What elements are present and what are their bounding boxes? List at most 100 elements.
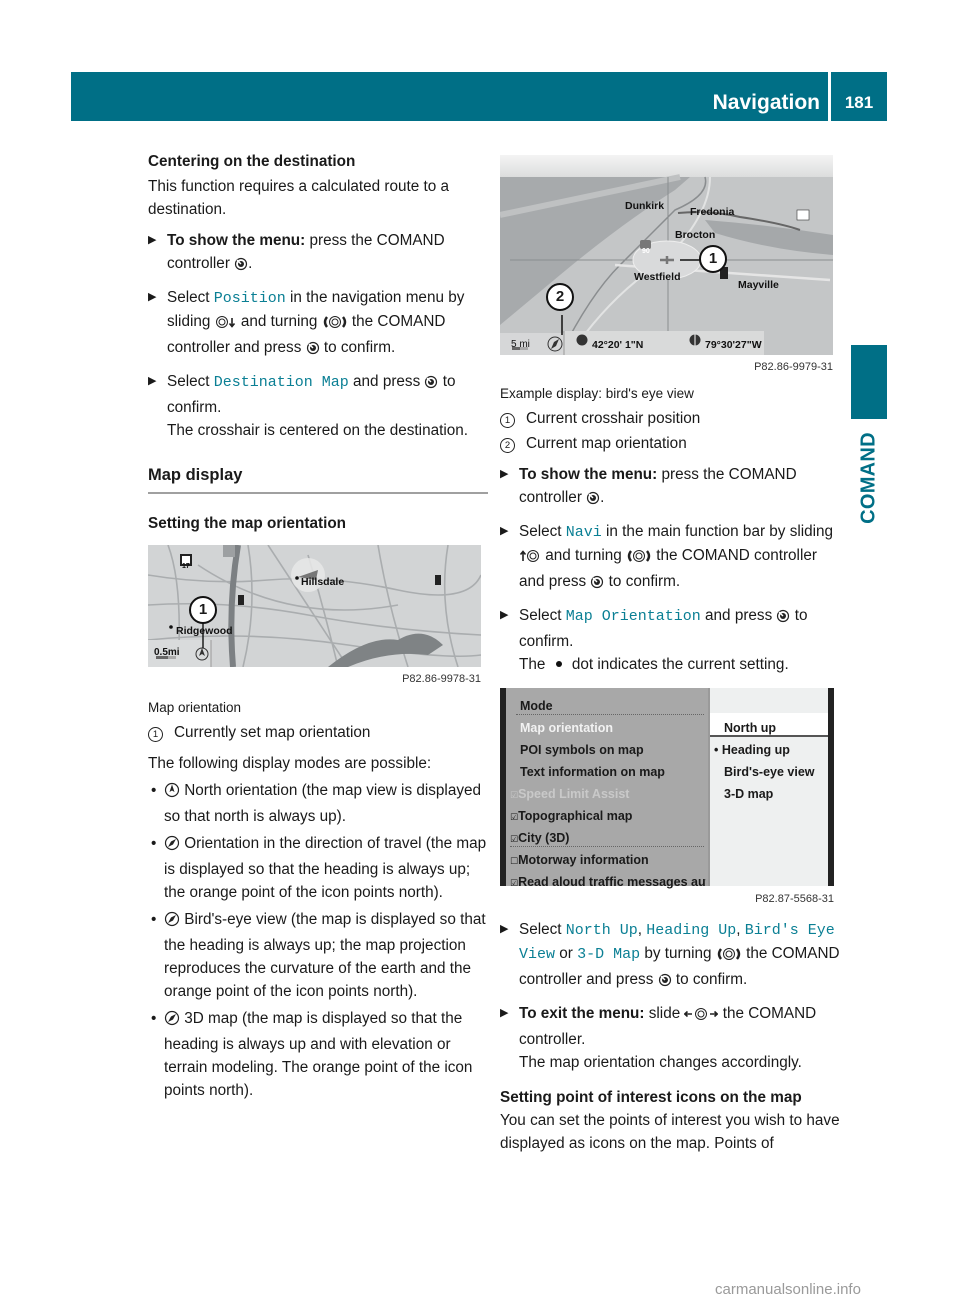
step-bold: To show the menu: (519, 466, 658, 483)
longitude-readout: 79°30'27"W (705, 339, 762, 351)
separator: , (736, 921, 745, 938)
option-label: Heading up (721, 743, 790, 757)
checkbox-checked-icon: ☑ (510, 878, 519, 888)
menu-divider (516, 714, 704, 715)
mode-text: North orientation (the map view is displ… (164, 782, 481, 825)
side-tab (851, 345, 887, 419)
menu-item-speed-limit-assist: ☑Speed Limit Assist (510, 783, 629, 807)
menu-screenshot: Mode Map orientation POI symbols on map … (500, 688, 834, 889)
mode-north-up: North orientation (the map view is displ… (148, 779, 488, 828)
step-end: . (248, 255, 253, 272)
figure-code: P82.86-9979-31 (754, 361, 833, 373)
menu-item-map-orientation: Map Orientation (565, 608, 701, 625)
menu-item-poi-symbols[interactable]: POI symbols on map (520, 739, 644, 762)
menu-item-destination-map: Destination Map (213, 374, 349, 391)
menu-item-city-3d[interactable]: ☑City (3D) (510, 827, 569, 851)
figure-code: P82.86-9978-31 (402, 673, 481, 685)
step-text: Select (167, 373, 214, 390)
route-shield: 17 (182, 563, 190, 570)
menu-right-pane: North up • Heading up Bird's-eye view 3-… (710, 688, 828, 886)
slide-up-icon (519, 547, 541, 570)
legend-item: 1 Currently set map orientation (148, 721, 488, 744)
menu-item-motorway-information[interactable]: ☐Motorway information (510, 849, 649, 873)
turn-controller-icon (322, 313, 348, 336)
menu-item-text-information[interactable]: Text information on map (520, 761, 665, 784)
separator: or (555, 945, 578, 962)
step-bold: To show the menu: (167, 232, 306, 249)
step-result: The (519, 656, 550, 673)
centering-intro: This function requires a calculated rout… (148, 178, 450, 218)
mode-birds-eye: Bird's-eye view (the map is displayed so… (148, 908, 488, 1003)
option-birds-eye-view[interactable]: Bird's-eye view (724, 761, 815, 784)
option-heading-up[interactable]: • Heading up (714, 739, 790, 762)
poi-text: You can set the points of interest you w… (500, 1112, 840, 1152)
menu-item-label: Topographical map (518, 809, 633, 823)
checkbox-checked-icon: ☑ (510, 790, 519, 800)
mode-heading-up: Orientation in the direction of travel (… (148, 832, 488, 904)
menu-item-topographical-map[interactable]: ☑Topographical map (510, 805, 632, 829)
orientation-title: Setting the map orientation (148, 515, 347, 532)
step-text: slide (644, 1005, 685, 1022)
step-text: and press (700, 607, 777, 624)
legend-number: 1 (500, 413, 515, 428)
option-code-north-up: North Up (565, 922, 638, 939)
poi-title: Setting point of interest icons on the m… (500, 1089, 802, 1106)
step-end: . (600, 489, 605, 506)
press-controller-icon (234, 255, 248, 278)
menu-item-label: Speed Limit Assist (518, 787, 630, 801)
page-number: 181 (831, 72, 887, 121)
checkbox-checked-icon: ☑ (510, 812, 519, 822)
map-label: Hillsdale (301, 576, 345, 588)
current-setting-dot-icon: • (714, 743, 722, 757)
step-text: Select (519, 523, 566, 540)
latitude-readout: 42°20' 1"N (592, 339, 644, 351)
watermark[interactable]: carmanualsonline.info (715, 1281, 861, 1298)
callout-1: 1 (189, 596, 217, 624)
menu-left-pane: Mode Map orientation POI symbols on map … (506, 688, 708, 889)
compass-icon (164, 835, 180, 858)
step-text: to confirm. (604, 573, 681, 590)
legend-text: Current crosshair position (526, 410, 701, 427)
option-3d-map[interactable]: 3-D map (724, 783, 773, 806)
mode-text: 3D map (the map is displayed so that the… (164, 1010, 473, 1099)
step-text: to confirm. (671, 971, 748, 988)
menu-item-map-orientation[interactable]: Map orientation (520, 717, 613, 740)
step-text: Select (167, 289, 214, 306)
figure-caption: Map orientation (148, 700, 242, 715)
legend-text: Current map orientation (526, 435, 687, 452)
step-select-destination-map: Select Destination Map and press to conf… (148, 370, 488, 442)
side-tab-label: COMAND (838, 430, 900, 525)
legend-item: 2 Current map orientation (500, 432, 840, 455)
press-controller-icon (306, 339, 320, 362)
menu-item-read-aloud-traffic[interactable]: ☑Read aloud traffic messages aut (510, 871, 706, 895)
route-shield: 90 (642, 248, 650, 255)
north-arrow-icon (164, 782, 180, 805)
dot-icon (555, 661, 562, 667)
step-text: Select (519, 607, 566, 624)
legend-text: Currently set map orientation (174, 724, 371, 741)
menu-item-label: Read aloud traffic messages aut (518, 875, 706, 889)
map-screenshot: Hillsdale Ridgewood 17 0.5mi 1 (148, 545, 481, 667)
menu-item-label: City (3D) (518, 831, 570, 845)
figure-birds-eye: Dunkirk Fredonia Brocton Westfield Mayvi… (500, 155, 840, 374)
press-controller-icon (658, 971, 672, 994)
press-controller-icon (776, 607, 790, 630)
option-code-3d-map: 3-D Map (577, 946, 641, 963)
step-exit-menu: To exit the menu: slide the COMAND contr… (500, 1002, 840, 1074)
menu-divider (510, 846, 704, 847)
mode-3d-map: 3D map (the map is displayed so that the… (148, 1007, 488, 1102)
compass-icon (164, 1010, 180, 1033)
step-text: and turning (236, 313, 322, 330)
step-show-menu: To show the menu: press the COMAND contr… (148, 229, 488, 278)
step-select-navi: Select Navi in the main function bar by … (500, 520, 840, 596)
mode-text: Orientation in the direction of travel (… (164, 835, 487, 901)
figure-menu: Mode Map orientation POI symbols on map … (500, 688, 840, 906)
map-label: Mayville (738, 279, 779, 291)
option-north-up[interactable]: North up (724, 717, 776, 740)
step-show-menu: To show the menu: press the COMAND contr… (500, 463, 840, 512)
step-text: to confirm. (319, 339, 396, 356)
map-label: Fredonia (690, 206, 735, 218)
step-text: and turning (541, 547, 627, 564)
section-header: Navigation (71, 72, 828, 121)
step-text: Select (519, 921, 566, 938)
